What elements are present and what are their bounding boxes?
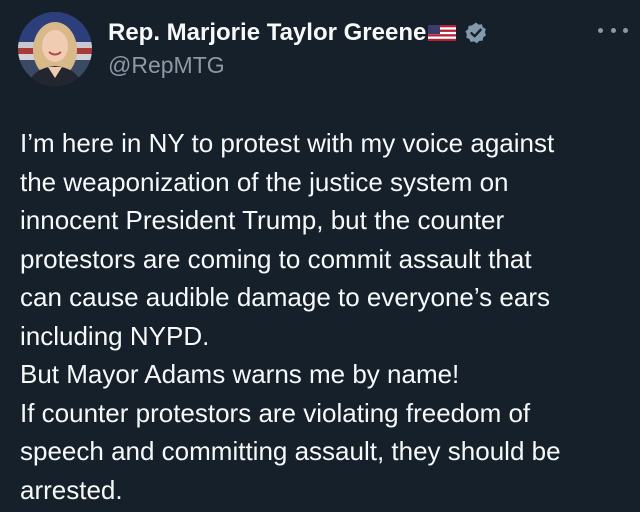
tweet-text-line: innocent President Trump, but the counte…	[20, 205, 505, 235]
us-flag-icon	[428, 23, 457, 43]
tweet-text: I’m here in NY to protest with my voice …	[20, 124, 632, 509]
more-dot	[610, 27, 616, 33]
tweet-text-line: But Mayor Adams warns me by name!	[20, 359, 460, 389]
more-dot	[623, 27, 628, 33]
more-dot	[598, 27, 603, 33]
more-options-icon[interactable]	[598, 20, 628, 40]
avatar[interactable]	[18, 12, 92, 86]
avatar-image	[18, 12, 92, 86]
tweet-card: Rep. Marjorie Taylor Greene @RepMTG I’m …	[0, 0, 640, 512]
author-display-name[interactable]: Rep. Marjorie Taylor Greene	[108, 19, 426, 47]
tweet-text-line: can cause audible damage to everyone’s e…	[20, 282, 550, 312]
tweet-text-line: including NYPD.	[20, 320, 210, 351]
tweet-text-line: arrested.	[20, 474, 123, 505]
verified-badge-icon[interactable]	[464, 21, 488, 45]
author-name-row[interactable]: Rep. Marjorie Taylor Greene	[108, 18, 488, 48]
tweet-text-line: protestors are coming to commit assault …	[20, 243, 532, 274]
tweet-text-line: I’m here in NY to protest with my voice …	[20, 128, 555, 158]
tweet-text-line: If counter protestors are violating free…	[20, 397, 531, 428]
tweet-text-line: speech and committing assault, they shou…	[20, 436, 561, 466]
tweet-text-line: the weaponization of the justice system …	[20, 166, 509, 197]
author-handle[interactable]: @RepMTG	[108, 52, 225, 79]
